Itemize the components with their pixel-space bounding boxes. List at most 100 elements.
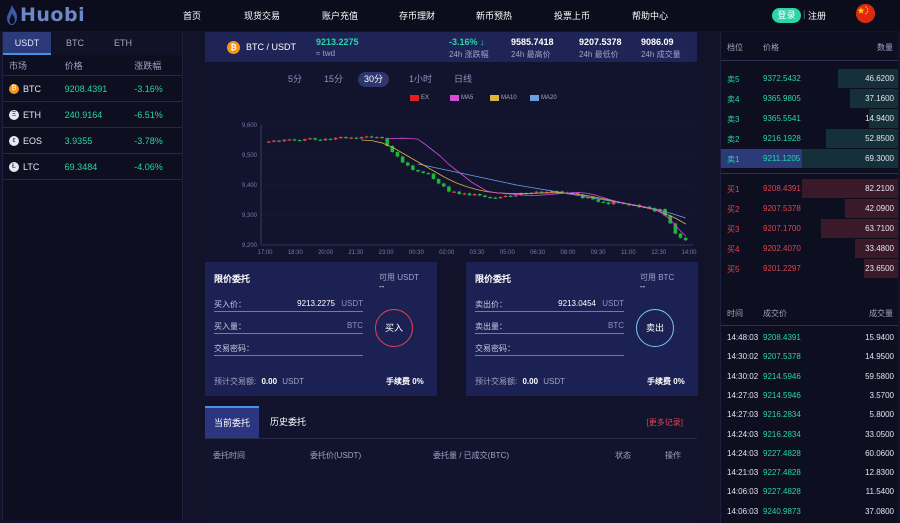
candle-body [395, 152, 400, 157]
candle-body [277, 140, 281, 142]
change-24h-label: 24h 涨跌幅 [449, 50, 489, 59]
y-tick-label: 9,300 [242, 213, 258, 219]
buy-password-field[interactable]: 交易密码： [214, 342, 363, 356]
login-button[interactable]: 登录 [772, 8, 801, 23]
nav-item-1[interactable]: 现货交易 [244, 9, 280, 22]
tab-market-eth[interactable]: ETH [99, 32, 147, 55]
sell-estimate-value: 0.00 [522, 377, 539, 386]
low-24h: 9207.5378 [579, 37, 622, 47]
candle-body [318, 139, 323, 141]
trade-time: 14:06:03 [727, 506, 759, 516]
candle-body [498, 197, 503, 199]
china-flag-icon[interactable] [856, 4, 875, 23]
buy-amount-label: 买入量： [214, 322, 246, 331]
ask-price: 9365.9805 [763, 94, 801, 103]
order-amount-header: 委托量 / 已成交(BTC) [433, 451, 509, 460]
bid-row[interactable]: 买3 9207.1700 63.7100 [721, 219, 898, 238]
candle-body [339, 137, 343, 139]
market-row[interactable]: Ł LTC 69.3484 -4.06% [3, 154, 182, 180]
bid-row[interactable]: 买2 9207.5378 42.0900 [721, 199, 898, 218]
sell-amount-field[interactable]: 卖出量： BTC [475, 320, 624, 334]
logo[interactable]: Huobi [6, 4, 85, 26]
sell-avail-value: -- [640, 282, 646, 291]
candle-body [452, 191, 456, 193]
bid-row[interactable]: 买4 9202.4070 33.4800 [721, 239, 898, 258]
trade-amount: 14.9500 [865, 352, 894, 362]
sell-password-field[interactable]: 交易密码： [475, 342, 624, 356]
change-24h: -3.16% ↓ [449, 37, 485, 47]
tab-current-orders[interactable]: 当前委托 [205, 406, 259, 438]
ask-row[interactable]: 卖5 9372.5432 46.6200 [721, 69, 898, 88]
candle-body [457, 191, 462, 194]
bid-row[interactable]: 买5 9201.2297 23.6500 [721, 259, 898, 278]
sell-button[interactable]: 卖出 [636, 309, 674, 347]
market-row[interactable]: Ξ ETH 240.9164 -6.51% [3, 102, 182, 128]
tab-history-orders[interactable]: 历史委托 [261, 406, 315, 438]
ask-row[interactable]: 卖2 9216.1928 52.8500 [721, 129, 898, 148]
tab-market-usdt[interactable]: USDT [3, 32, 51, 55]
market-list: ₿ BTC 9208.4391 -3.16% Ξ ETH 240.9164 -6.51% ε EO… [3, 76, 182, 180]
more-records-link[interactable]: [更多记录] [647, 417, 683, 428]
order-status-header: 状态 [615, 451, 631, 460]
x-tick-label: 18:30 [288, 250, 304, 256]
nav-item-3[interactable]: 存币理财 [399, 9, 435, 22]
ask-row[interactable]: 卖4 9365.9805 37.1600 [721, 89, 898, 108]
change-col-header: 涨跌幅 [134, 60, 162, 71]
candle-body [431, 173, 436, 179]
register-link[interactable]: 注册 [808, 9, 826, 22]
candle-body [375, 137, 379, 139]
sell-price-field[interactable]: 卖出价： 9213.0454 USDT [475, 298, 624, 312]
trade-row: 14:30:02 9207.5378 14.9500 [721, 347, 898, 366]
tab-market-btc[interactable]: BTC [51, 32, 99, 55]
volume-24h-label: 24h 成交量 [641, 50, 681, 59]
buy-button[interactable]: 买入 [375, 309, 413, 347]
sell-amount-unit: BTC [608, 321, 624, 330]
nav-item-5[interactable]: 投票上币 [554, 9, 590, 22]
last-price-twd: ≈ twd [316, 49, 336, 58]
bid-price: 9202.4070 [763, 244, 801, 253]
y-tick-label: 9,400 [242, 183, 258, 189]
trade-price: 9208.4391 [763, 333, 801, 342]
market-change: -3.16% [134, 83, 163, 94]
trade-price: 9216.2834 [763, 429, 801, 439]
candle-body [678, 233, 683, 238]
sell-price-value[interactable]: 9213.0454 [558, 299, 596, 308]
trade-amount: 59.5800 [865, 371, 894, 381]
candle-body [447, 186, 451, 192]
trade-price: 9214.5946 [763, 371, 801, 381]
buy-price-value[interactable]: 9213.2275 [297, 299, 335, 308]
market-row[interactable]: ₿ BTC 9208.4391 -3.16% [3, 76, 182, 102]
sell-estimate: 预计交易额: 0.00 USDT [475, 376, 565, 387]
kline-chart[interactable]: 5分 15分 30分 1小时 日线 EX MA5 MA10 MA20 9,600 9,500 9,… [205, 62, 697, 260]
ask-level: 卖1 [727, 155, 740, 164]
trade-time: 14:24:03 [727, 448, 759, 458]
trade-row: 14:48:03 9208.4391 15.9400 [721, 328, 898, 347]
trade-row: 14:21:03 9227.4828 12.8300 [721, 463, 898, 482]
candle-body [462, 193, 467, 195]
nav-item-2[interactable]: 账户充值 [322, 9, 358, 22]
ask-row[interactable]: 卖1 9211.1205 69.3000 [721, 149, 898, 168]
buy-avail-label: 可用 USDT [379, 273, 419, 282]
nav-item-6[interactable]: 帮助中心 [632, 9, 668, 22]
trade-row: 14:27:03 9214.5946 3.5700 [721, 386, 898, 405]
candlestick-plot[interactable]: 9,600 9,500 9,400 9,300 9,20017:00 18:30 20:00… [205, 62, 697, 260]
sell-password-label: 交易密码： [475, 344, 515, 353]
last-price: 9213.2275 [316, 37, 359, 47]
ma5-line [387, 137, 686, 237]
candle-body [416, 170, 420, 172]
buy-price-field[interactable]: 买入价： 9213.2275 USDT [214, 298, 363, 312]
ask-amount: 37.1600 [865, 94, 894, 103]
ask-amount: 52.8500 [865, 134, 894, 143]
bid-row[interactable]: 买1 9208.4391 82.2100 [721, 179, 898, 198]
bid-price: 9207.1700 [763, 224, 801, 233]
bid-level: 买2 [727, 205, 740, 214]
buy-amount-field[interactable]: 买入量： BTC [214, 320, 363, 334]
candle-body [297, 140, 302, 142]
nav-item-4[interactable]: 新币预热 [476, 9, 512, 22]
x-tick-label: 11:00 [621, 250, 636, 256]
nav-item-0[interactable]: 首页 [183, 9, 201, 22]
ask-amount: 69.3000 [865, 154, 894, 163]
market-row[interactable]: ε EOS 3.9355 -3.78% [3, 128, 182, 154]
ask-row[interactable]: 卖3 9365.5541 14.9400 [721, 109, 898, 128]
sell-price-unit: USDT [602, 299, 624, 308]
